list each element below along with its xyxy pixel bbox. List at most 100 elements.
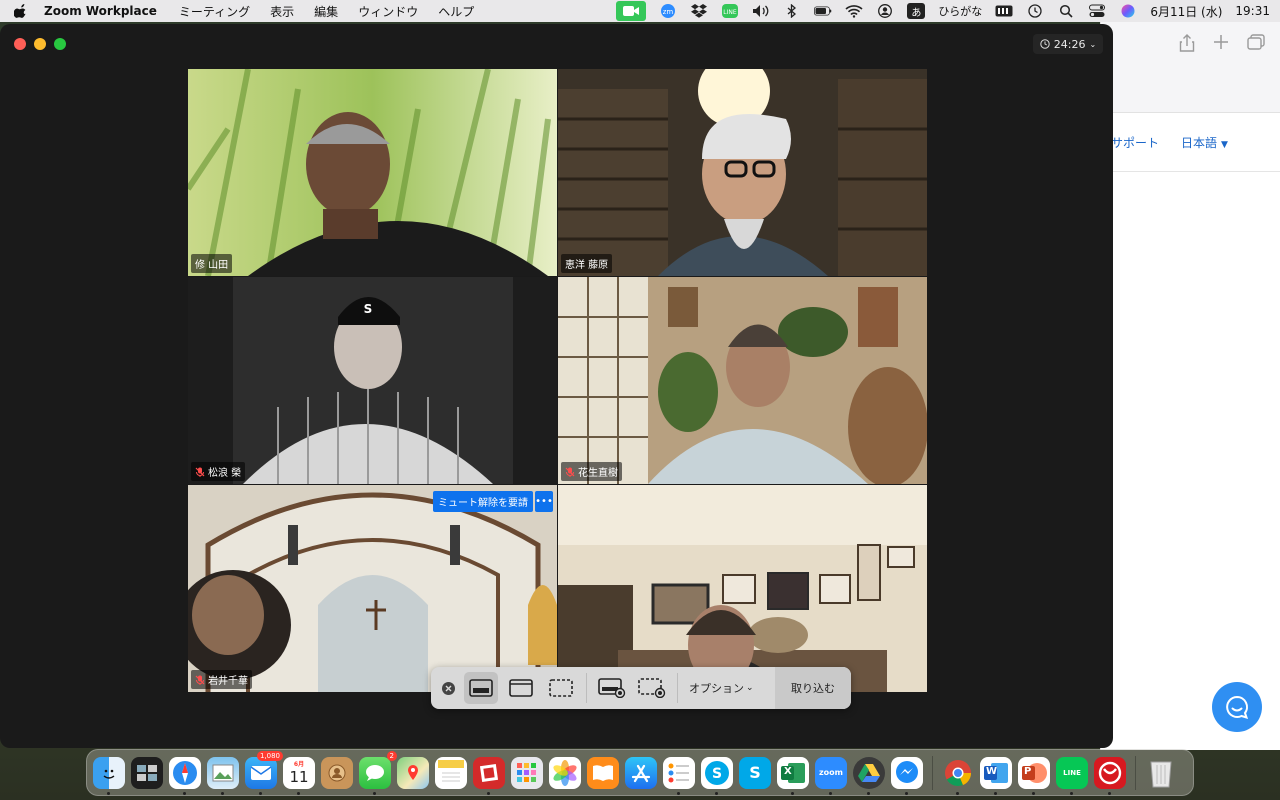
line-icon[interactable]: LINE xyxy=(721,4,739,18)
participant-name-tag: 岩井千華 xyxy=(191,670,252,689)
video-tile[interactable]: S 松浪 榮 xyxy=(188,277,557,484)
preview-icon[interactable] xyxy=(207,756,239,795)
excel-icon[interactable]: X xyxy=(777,756,809,795)
zoom-camera-icon[interactable] xyxy=(616,1,647,21)
reminders-icon[interactable] xyxy=(663,756,695,795)
zoom-window-button[interactable] xyxy=(54,38,66,50)
photo-booth-icon[interactable] xyxy=(473,756,505,795)
wifi-icon[interactable] xyxy=(845,4,863,18)
skype-label: S xyxy=(749,763,761,782)
capture-window-button[interactable] xyxy=(464,672,498,704)
menubar-time[interactable]: 19:31 xyxy=(1235,4,1270,18)
video-feed-living-room xyxy=(558,485,927,692)
meeting-timer[interactable]: 24:26 ⌄ xyxy=(1033,34,1103,54)
video-tile[interactable]: 修 山田 xyxy=(188,69,557,276)
app-store-icon[interactable] xyxy=(625,756,657,789)
contacts-icon[interactable] xyxy=(321,756,353,789)
dropbox-icon[interactable] xyxy=(690,4,708,18)
mail-icon[interactable]: 1,080 xyxy=(245,750,283,795)
unmute-request-control: ミュート解除を要請 ••• xyxy=(433,491,553,512)
participant-name-tag: 花生直樹 xyxy=(561,462,622,481)
minimize-window-button[interactable] xyxy=(34,38,46,50)
volume-icon[interactable] xyxy=(752,4,770,18)
capture-button[interactable]: 取り込む xyxy=(775,667,851,709)
screen-share-toolbar: オプション ⌄ 取り込む xyxy=(431,667,851,709)
support-chat-button[interactable] xyxy=(1212,682,1262,732)
new-tab-icon[interactable] xyxy=(1213,34,1229,50)
apple-icon[interactable] xyxy=(14,4,28,18)
zoom-app-icon[interactable]: zoom xyxy=(815,756,847,795)
trash-icon[interactable] xyxy=(1145,757,1177,789)
word-icon[interactable]: W xyxy=(980,756,1012,795)
notes-icon[interactable] xyxy=(435,756,467,789)
video-tile[interactable]: 花生直樹 xyxy=(558,277,927,484)
video-tile[interactable]: 恵洋 藤原 xyxy=(558,69,927,276)
participant-name: 花生直樹 xyxy=(578,468,618,479)
books-icon[interactable] xyxy=(587,756,619,789)
app-name-menu[interactable]: Zoom Workplace xyxy=(44,4,157,18)
user-icon[interactable] xyxy=(876,4,894,18)
mic-muted-icon xyxy=(565,467,575,477)
close-window-button[interactable] xyxy=(14,38,26,50)
mission-control-icon[interactable] xyxy=(131,756,163,789)
skype-icon[interactable]: S xyxy=(701,756,733,795)
powerpoint-icon[interactable]: P xyxy=(1018,756,1050,795)
more-options-button[interactable]: ••• xyxy=(535,491,553,512)
nav-support-link[interactable]: サポート xyxy=(1111,134,1159,151)
chrome-icon[interactable] xyxy=(942,757,974,795)
video-tile[interactable]: ミュート解除を要請 ••• 岩井千華 xyxy=(188,485,557,692)
share-icon[interactable] xyxy=(1179,34,1195,52)
siri-icon[interactable] xyxy=(1119,4,1137,18)
messages-icon[interactable]: 2 xyxy=(359,750,397,795)
control-center-icon[interactable] xyxy=(1088,4,1106,18)
ime-mode-label[interactable]: ひらがな xyxy=(938,3,982,19)
request-unmute-button[interactable]: ミュート解除を要請 xyxy=(433,491,533,512)
ime-icon[interactable]: あ xyxy=(907,3,926,19)
dock-divider xyxy=(1135,755,1136,790)
chevron-down-icon: ⌄ xyxy=(746,683,754,693)
ppt-label: P xyxy=(1024,765,1032,777)
record-screen-button[interactable] xyxy=(595,672,629,704)
mic-muted-icon xyxy=(195,467,205,477)
options-menu-button[interactable]: オプション ⌄ xyxy=(683,667,762,709)
safari-icon[interactable] xyxy=(169,756,201,795)
video-feed-library-room xyxy=(558,69,927,276)
language-selector[interactable]: 日本語 ▼ xyxy=(1181,134,1228,151)
photos-icon[interactable] xyxy=(549,756,581,789)
menu-view[interactable]: 表示 xyxy=(270,3,294,20)
menu-help[interactable]: ヘルプ xyxy=(438,3,474,20)
google-drive-icon[interactable] xyxy=(853,756,885,795)
line-app-icon[interactable]: LINE xyxy=(1056,756,1088,795)
participant-name-tag: 修 山田 xyxy=(191,254,233,273)
finder-icon[interactable] xyxy=(93,756,125,795)
zm-icon[interactable]: zm xyxy=(659,4,677,18)
trend-micro-icon[interactable] xyxy=(1094,756,1126,795)
menubar-date[interactable]: 6月11日 (水) xyxy=(1150,3,1222,20)
search-icon[interactable] xyxy=(1057,4,1075,18)
capture-selection-button[interactable] xyxy=(544,672,578,704)
record-screen-icon xyxy=(598,678,626,698)
close-toolbar-button[interactable] xyxy=(442,681,455,695)
video-tile-active-speaker[interactable] xyxy=(558,485,927,692)
menu-meeting[interactable]: ミーティング xyxy=(179,3,250,20)
skype-business-icon[interactable]: S xyxy=(739,756,771,789)
language-label: 日本語 xyxy=(1181,135,1218,150)
time-machine-icon[interactable] xyxy=(1026,4,1044,18)
keyboard-icon[interactable] xyxy=(995,4,1013,18)
maps-icon[interactable] xyxy=(397,756,429,789)
menu-window[interactable]: ウィンドウ xyxy=(358,3,418,20)
menu-edit[interactable]: 編集 xyxy=(314,3,338,20)
browser-toolbar xyxy=(1101,22,1280,113)
battery-icon[interactable] xyxy=(814,4,832,18)
excel-label: X xyxy=(784,765,792,777)
launchpad-icon[interactable] xyxy=(511,756,543,789)
messenger-icon[interactable] xyxy=(891,756,923,795)
mic-muted-icon xyxy=(195,675,205,685)
capture-screen-button[interactable] xyxy=(504,672,538,704)
record-selection-button[interactable] xyxy=(635,672,669,704)
participant-name: 岩井千華 xyxy=(208,676,248,687)
bluetooth-icon[interactable] xyxy=(783,4,801,18)
calendar-icon[interactable]: 6月 11 xyxy=(283,756,315,795)
svg-text:S: S xyxy=(364,302,373,316)
tabs-overview-icon[interactable] xyxy=(1247,34,1265,50)
